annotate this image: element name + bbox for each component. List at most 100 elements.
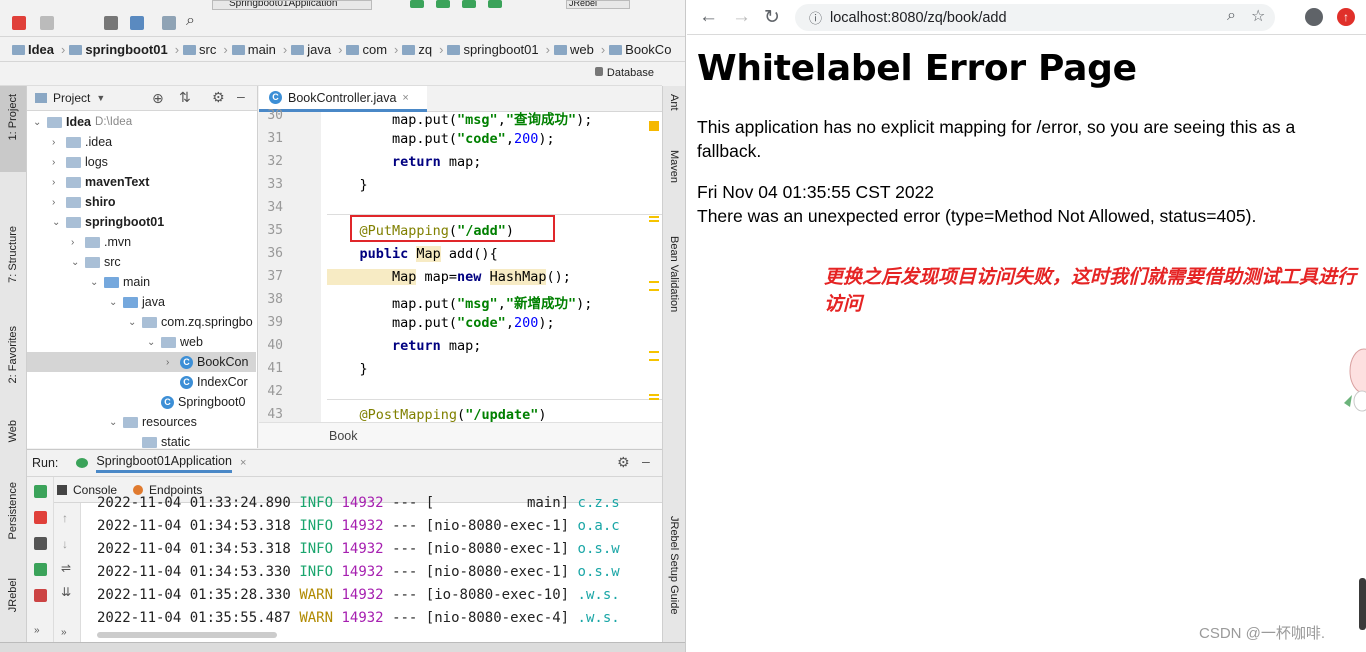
chevron-down-icon[interactable]: ⌄: [71, 257, 81, 268]
run-icon[interactable]: [410, 0, 424, 8]
jrebel-select[interactable]: JRebel: [566, 0, 630, 9]
locate-icon[interactable]: ⊕: [152, 90, 164, 107]
close-icon[interactable]: ×: [402, 92, 408, 104]
arrow-down-icon[interactable]: ↓: [62, 537, 68, 551]
tab-project[interactable]: 1: Project: [7, 94, 19, 140]
tab-structure[interactable]: 7: Structure: [7, 226, 19, 283]
structure-icon[interactable]: [130, 16, 144, 30]
breadcrumb-item[interactable]: src ›: [183, 42, 228, 57]
breadcrumb-item[interactable]: springboot01 ›: [447, 42, 550, 57]
tab-web[interactable]: Web: [7, 420, 19, 442]
update-icon[interactable]: ↑: [1337, 8, 1355, 26]
arrow-up-icon[interactable]: ↑: [62, 511, 68, 525]
close-icon[interactable]: ×: [240, 457, 246, 469]
back-icon[interactable]: ←: [699, 6, 718, 28]
code-line[interactable]: map.put("code",200);: [327, 131, 555, 147]
chevron-right-icon[interactable]: ›: [166, 357, 176, 368]
tree-item[interactable]: ⌄ web: [27, 332, 256, 352]
code-line[interactable]: map.put("msg","查询成功");: [327, 108, 592, 128]
code-line[interactable]: @PostMapping("/update"): [327, 407, 547, 423]
debug-icon[interactable]: [436, 0, 450, 8]
tab-jrebel-setup-guide[interactable]: JRebel Setup Guide: [668, 516, 680, 614]
chevron-down-icon[interactable]: ⌄: [109, 297, 119, 308]
chevron-right-icon[interactable]: ›: [52, 197, 62, 208]
chevron-down-icon[interactable]: ⌄: [128, 317, 138, 328]
breadcrumb-item[interactable]: Idea ›: [12, 42, 65, 57]
tree-item[interactable]: › .mvn: [27, 232, 256, 252]
tree-item[interactable]: ⌄ src: [27, 252, 256, 272]
camera-icon[interactable]: [34, 537, 47, 550]
tree-item[interactable]: ⌄ com.zq.springbo: [27, 312, 256, 332]
chevron-right-icon[interactable]: ›: [71, 237, 81, 248]
minimize-icon[interactable]: –: [237, 88, 245, 104]
wrap-icon[interactable]: ⇌: [61, 561, 71, 575]
tree-item[interactable]: ⌄ springboot01: [27, 212, 256, 232]
chevron-down-icon[interactable]: ⌄: [90, 277, 100, 288]
reload-icon[interactable]: ↻: [764, 6, 780, 29]
log-line[interactable]: 2022-11-04 01:34:53.318 INFO 14932 --- […: [97, 541, 620, 557]
code-line[interactable]: return map;: [327, 338, 481, 354]
tree-item[interactable]: C Springboot0: [27, 392, 256, 412]
breadcrumb-item[interactable]: web ›: [553, 42, 605, 57]
code-line[interactable]: map.put("msg","新增成功");: [327, 292, 592, 312]
horizontal-scrollbar[interactable]: [97, 632, 277, 638]
tree-item[interactable]: › logs: [27, 152, 256, 172]
search-icon[interactable]: ⌕: [186, 12, 195, 30]
tree-item[interactable]: › mavenText: [27, 172, 256, 192]
forward-icon[interactable]: →: [732, 6, 751, 28]
save-icon[interactable]: [40, 16, 54, 30]
rerun-icon[interactable]: [34, 485, 47, 498]
stop-icon[interactable]: [34, 511, 47, 524]
code-line[interactable]: public Map add(){: [327, 246, 498, 262]
chevron-down-icon[interactable]: ⌄: [52, 217, 62, 228]
database-tab[interactable]: Database: [607, 67, 654, 79]
url-field[interactable]: ⓘ localhost:8080/zq/book/add ⌕ ☆: [795, 4, 1275, 31]
code-line[interactable]: map.put("code",200);: [327, 315, 555, 331]
run-config-tab[interactable]: Springboot01Application: [96, 454, 232, 473]
breadcrumb-item[interactable]: zq ›: [402, 42, 443, 57]
breadcrumb-item[interactable]: springboot01 ›: [69, 42, 179, 57]
tab-bean-validation[interactable]: Bean Validation: [668, 236, 680, 312]
tab-ant[interactable]: Ant: [668, 94, 680, 111]
zoom-icon[interactable]: ⌕: [1227, 7, 1236, 25]
chevron-right-icon[interactable]: ›: [52, 137, 62, 148]
project-view-title[interactable]: Project: [53, 91, 90, 105]
restart-icon[interactable]: [34, 563, 47, 576]
editor-breadcrumb[interactable]: Book: [259, 422, 662, 448]
tree-item[interactable]: › C BookCon: [27, 352, 256, 372]
more-icon[interactable]: »: [61, 627, 67, 638]
tree-item[interactable]: ⌄ java: [27, 292, 256, 312]
more-icon[interactable]: »: [34, 625, 40, 636]
run-config-select[interactable]: Springboot01Application: [212, 0, 372, 10]
chevron-down-icon[interactable]: ⌄: [109, 417, 119, 428]
breadcrumb-item[interactable]: com ›: [346, 42, 398, 57]
chevron-down-icon[interactable]: ⌄: [147, 337, 157, 348]
page-scrollbar[interactable]: [1359, 578, 1366, 630]
code-line[interactable]: Map map=new HashMap();: [327, 269, 571, 285]
tree-item[interactable]: › .idea: [27, 132, 256, 152]
minimize-icon[interactable]: –: [642, 453, 650, 469]
gear-icon[interactable]: ⚙: [212, 89, 225, 106]
log-line[interactable]: 2022-11-04 01:33:24.890 INFO 14932 --- […: [97, 495, 620, 511]
gear-icon[interactable]: ⚙: [617, 454, 630, 471]
tab-favorites[interactable]: 2: Favorites: [7, 326, 19, 383]
code-line[interactable]: return map;: [327, 154, 481, 170]
wrench-icon[interactable]: [104, 16, 118, 30]
tree-item[interactable]: › shiro: [27, 192, 256, 212]
breadcrumb-item[interactable]: main ›: [231, 42, 287, 57]
chevron-down-icon[interactable]: ⌄: [33, 117, 43, 128]
log-line[interactable]: 2022-11-04 01:34:53.330 INFO 14932 --- […: [97, 564, 620, 580]
star-icon[interactable]: ☆: [1251, 6, 1265, 26]
exit-icon[interactable]: [34, 589, 47, 602]
collapse-icon[interactable]: ⇅: [179, 89, 191, 106]
log-line[interactable]: 2022-11-04 01:35:55.487 WARN 14932 --- […: [97, 610, 620, 626]
tree-item[interactable]: ⌄ main: [27, 272, 256, 292]
scroll-end-icon[interactable]: ⇊: [61, 585, 71, 599]
chevron-right-icon[interactable]: ›: [52, 177, 62, 188]
coverage-icon[interactable]: [462, 0, 476, 8]
code-line[interactable]: }: [327, 177, 368, 193]
log-line[interactable]: 2022-11-04 01:35:28.330 WARN 14932 --- […: [97, 587, 620, 603]
code-line[interactable]: }: [327, 361, 368, 377]
avatar[interactable]: [1305, 8, 1323, 26]
chevron-right-icon[interactable]: ›: [52, 157, 62, 168]
